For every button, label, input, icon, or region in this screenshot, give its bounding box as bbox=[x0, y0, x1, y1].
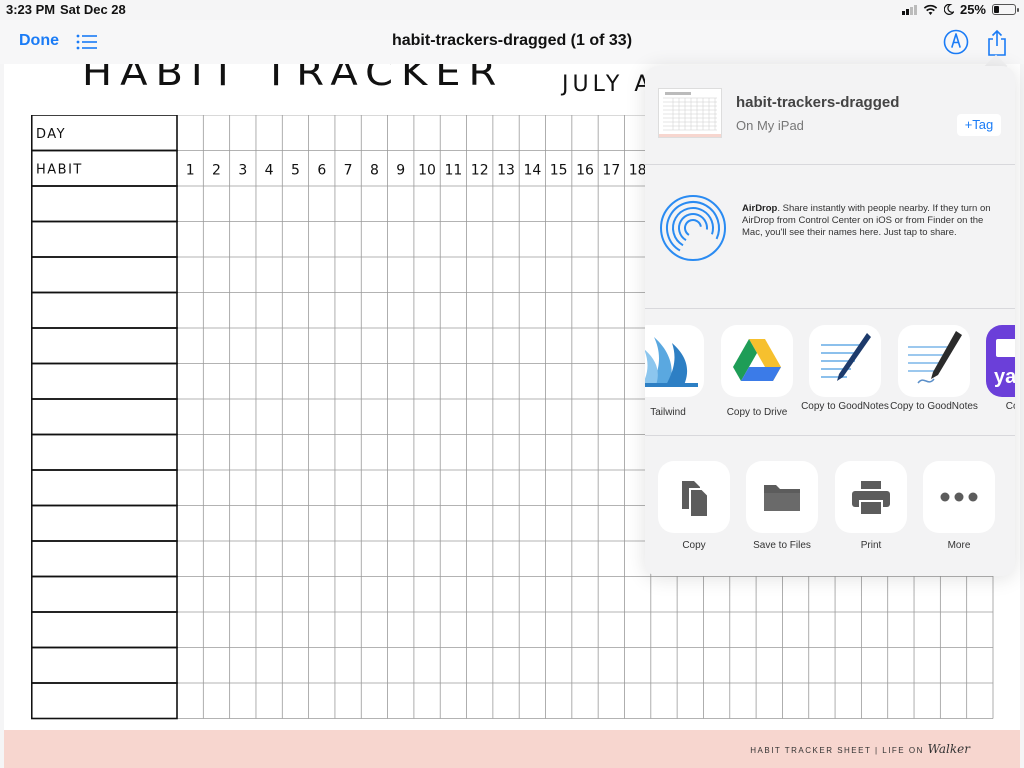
airdrop-title: AirDrop bbox=[742, 203, 778, 214]
habit-label-cell bbox=[31, 220, 178, 258]
day-number-label: 7 bbox=[344, 162, 353, 178]
footer-label: HABIT TRACKER SHEET | LIFE ON bbox=[750, 746, 924, 755]
more-icon bbox=[940, 492, 978, 502]
day-number-label: 13 bbox=[497, 162, 515, 178]
month-heading: JULY A bbox=[562, 72, 654, 97]
day-number-label: 17 bbox=[602, 162, 620, 178]
app-copy-to-goodnotes-alt-label: Copy to GoodNotes bbox=[890, 401, 978, 412]
screen: 3:23 PM Sat Dec 28 25% Done habit-tracke… bbox=[0, 0, 1024, 768]
share-actions-row: Copy Save to Files Print More bbox=[645, 436, 1015, 576]
battery-percent: 25% bbox=[959, 2, 986, 17]
document-title: habit-trackers-dragged (1 of 33) bbox=[391, 32, 633, 49]
habit-label-cell bbox=[31, 327, 178, 365]
app-tailwind-label: Tailwind bbox=[650, 407, 686, 418]
habit-label-cell bbox=[31, 682, 178, 720]
day-number-label: 12 bbox=[471, 162, 489, 178]
footer-script-logo: Walker bbox=[927, 742, 970, 756]
goodnotes-icon bbox=[908, 331, 962, 384]
habit-label-cell bbox=[31, 540, 178, 578]
app-yahoo-label: Co Yah bbox=[1005, 401, 1015, 412]
battery-fill bbox=[994, 6, 999, 13]
app-copy-to-goodnotes[interactable] bbox=[809, 325, 881, 397]
day-number-label: 16 bbox=[576, 162, 594, 178]
day-number-label: 3 bbox=[238, 162, 247, 178]
habit-label-cell bbox=[31, 256, 178, 294]
print-action-label: Print bbox=[860, 540, 882, 551]
more-action-label: More bbox=[947, 540, 971, 551]
app-copy-to-drive[interactable] bbox=[721, 325, 793, 397]
copy-action-label: Copy bbox=[682, 540, 706, 551]
habit-tracker-heading: HABIT TRACKER bbox=[82, 64, 505, 95]
moon-icon bbox=[943, 4, 954, 15]
day-number-label: 2 bbox=[212, 162, 221, 178]
habit-label-cell bbox=[31, 291, 178, 329]
footer-text: HABIT TRACKER SHEET | LIFE ON Walker bbox=[750, 742, 970, 756]
page-footer: HABIT TRACKER SHEET | LIFE ON Walker bbox=[4, 730, 1020, 768]
habit-label-cell bbox=[31, 185, 178, 223]
habit-row-label: HABIT bbox=[36, 162, 83, 177]
status-time: 3:23 PM bbox=[6, 2, 56, 17]
app-yahoo[interactable]: ya bbox=[986, 325, 1015, 397]
google-drive-icon bbox=[733, 339, 781, 381]
status-date: Sat Dec 28 bbox=[60, 2, 126, 17]
day-number-label: 9 bbox=[396, 162, 405, 178]
day-number-label: 10 bbox=[418, 162, 436, 178]
airdrop-icon[interactable] bbox=[659, 194, 727, 262]
habit-label-cell bbox=[31, 469, 178, 507]
habit-label-cell bbox=[31, 504, 178, 542]
airdrop-section: AirDrop. Share instantly with people nea… bbox=[645, 165, 1015, 308]
share-icon[interactable] bbox=[985, 29, 1009, 57]
share-file-name: habit-trackers-dragged bbox=[736, 94, 900, 111]
day-number-label: 14 bbox=[523, 162, 541, 178]
habit-label-cell bbox=[31, 433, 178, 471]
markup-pen-icon[interactable] bbox=[943, 29, 969, 55]
battery-icon bbox=[992, 4, 1019, 15]
save-to-files-action-button[interactable] bbox=[746, 461, 818, 533]
day-number-label: 11 bbox=[444, 162, 462, 178]
app-copy-to-goodnotes-alt[interactable] bbox=[898, 325, 970, 397]
day-number-label: 1 bbox=[186, 162, 195, 178]
wifi-icon bbox=[923, 4, 938, 15]
printer-icon bbox=[852, 481, 890, 516]
copy-action-button[interactable] bbox=[658, 461, 730, 533]
day-number-label: 18 bbox=[629, 162, 647, 178]
app-tailwind[interactable] bbox=[645, 325, 704, 397]
habit-label-cell bbox=[31, 362, 178, 400]
more-action-button[interactable] bbox=[923, 461, 995, 533]
app-copy-to-drive-label: Copy to Drive bbox=[726, 407, 788, 418]
share-file-header: habit-trackers-dragged On My iPad +Tag bbox=[645, 66, 1015, 164]
day-number-label: 15 bbox=[550, 162, 568, 178]
share-sheet: habit-trackers-dragged On My iPad +Tag A… bbox=[645, 66, 1015, 576]
share-apps-row: Tailwind Copy to Drive Copy to GoodNotes… bbox=[645, 309, 1015, 435]
habit-label-cell bbox=[31, 398, 178, 436]
status-bar: 3:23 PM Sat Dec 28 25% bbox=[0, 0, 1024, 20]
folder-icon bbox=[764, 485, 800, 511]
habit-label-cell bbox=[31, 575, 178, 613]
day-number-label: 4 bbox=[265, 162, 274, 178]
day-number-label: 8 bbox=[370, 162, 379, 178]
app-copy-to-goodnotes-label: Copy to GoodNotes bbox=[801, 401, 889, 412]
habit-label-cell bbox=[31, 646, 178, 684]
goodnotes-icon bbox=[821, 333, 871, 381]
airdrop-body: . Share instantly with people nearby. If… bbox=[742, 203, 991, 238]
habit-label-cell bbox=[31, 611, 178, 649]
add-tag-button[interactable]: +Tag bbox=[957, 114, 1001, 136]
yahoo-icon: ya bbox=[994, 339, 1015, 388]
share-file-location: On My iPad bbox=[736, 118, 804, 133]
airdrop-description: AirDrop. Share instantly with people nea… bbox=[742, 203, 1004, 239]
file-thumbnail bbox=[658, 88, 722, 138]
copy-icon bbox=[682, 481, 709, 518]
cellular-signal-icon bbox=[901, 4, 917, 15]
svg-text:ya: ya bbox=[994, 366, 1015, 388]
save-to-files-action-label: Save to Files bbox=[753, 540, 811, 551]
print-action-button[interactable] bbox=[835, 461, 907, 533]
day-number-label: 6 bbox=[317, 162, 326, 178]
day-number-label: 5 bbox=[291, 162, 300, 178]
tailwind-icon bbox=[645, 337, 698, 387]
navigation-bar: Done habit-trackers-dragged (1 of 33) bbox=[0, 20, 1024, 64]
status-indicators: 25% bbox=[901, 2, 1019, 17]
day-row-label: DAY bbox=[36, 127, 66, 142]
